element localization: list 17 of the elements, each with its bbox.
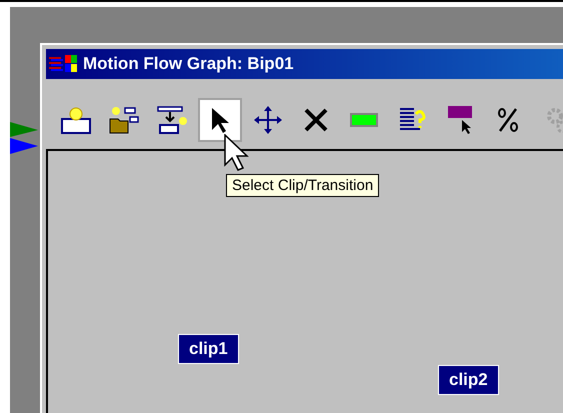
rectangle-icon (350, 113, 378, 127)
triangle-markers-drawing (10, 122, 38, 154)
clip-node[interactable]: clip2 (438, 365, 499, 395)
window-title: Motion Flow Graph: Bip01 (83, 54, 294, 74)
clip-node[interactable]: clip1 (178, 334, 239, 364)
delete-icon (302, 106, 330, 134)
percent-icon (496, 107, 520, 133)
tooltip: Select Clip/Transition (226, 174, 380, 197)
app-logo-icon (48, 54, 78, 74)
toolbar-button[interactable] (198, 98, 242, 142)
move-arrows-icon (253, 105, 283, 135)
rectangle-pointer-icon (447, 105, 473, 135)
gears-icon (545, 107, 563, 133)
new-clip-icon (60, 105, 92, 135)
folder-icon (108, 105, 140, 135)
arrow-pointer-icon (210, 106, 230, 134)
insert-clip-icon (156, 105, 188, 135)
